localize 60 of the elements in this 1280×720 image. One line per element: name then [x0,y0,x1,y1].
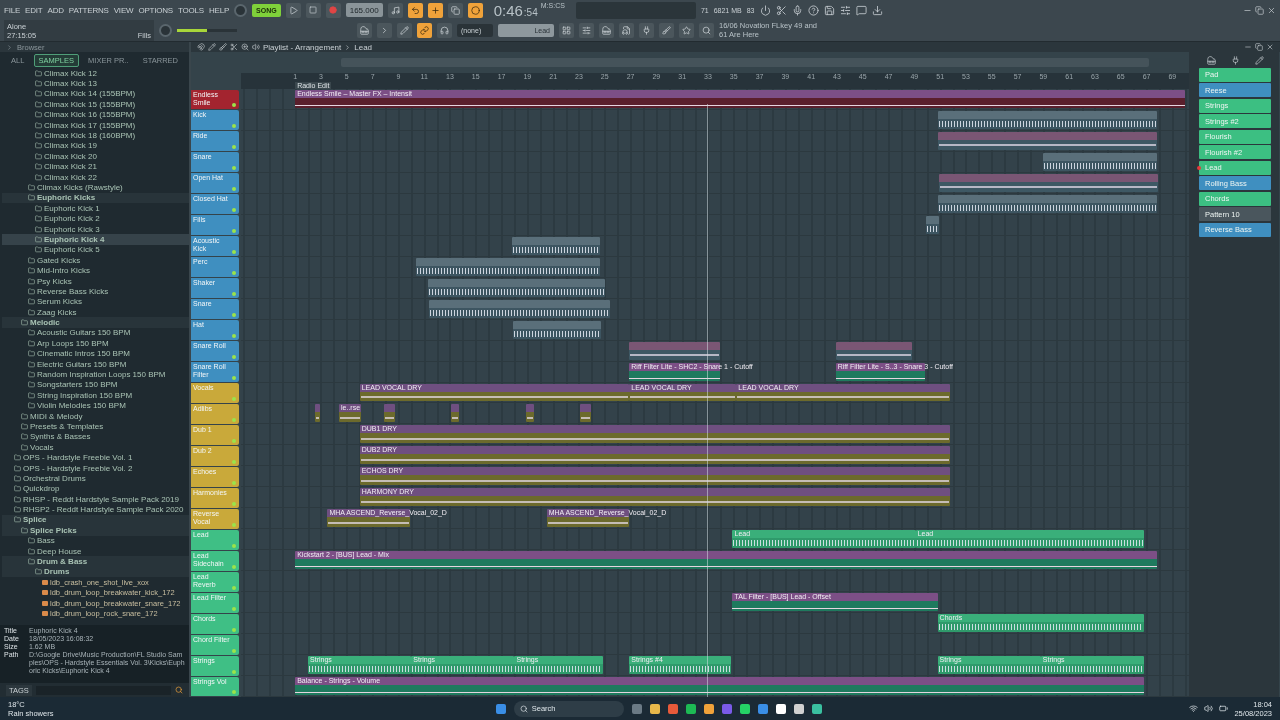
browser-item[interactable]: Climax Kick 12 [2,68,189,79]
menu-item[interactable]: ADD [47,5,64,15]
menu-item[interactable]: HELP [209,5,230,15]
menu-item[interactable]: OPTIONS [138,5,173,15]
browser-item[interactable]: Euphoric Kick 4 [2,234,189,245]
browser-item[interactable]: Euphoric Kick 2 [2,213,189,224]
browser-item[interactable]: Drum & Bass [2,556,189,567]
browser-item[interactable]: Climax Kick 20 [2,151,189,162]
menu-item[interactable]: PATTERNS [68,5,109,15]
browser-item[interactable]: Euphoric Kicks [2,192,189,204]
browser-item[interactable]: Euphoric Kick 5 [2,244,189,256]
browser-item[interactable]: Acoustic Guitars 150 BPM [2,327,189,339]
browser-item[interactable]: Deep House [2,545,189,557]
browser-item[interactable]: Psy Kicks [2,275,189,287]
browser-item[interactable]: Climax Kicks (Rawstyle) [2,182,189,193]
browser-item[interactable]: Quickdrop [2,483,189,494]
browser-item[interactable]: Climax Kick 22 [2,171,189,183]
browser-item[interactable]: Splice Picks [2,525,189,536]
browser-item[interactable]: RHSP - Reddt Hardstyle Sample Pack 2019 [2,494,189,505]
browser-item[interactable]: RHSP2 - Reddt Hardstyle Sample Pack 2020 [2,504,189,515]
browser-item[interactable]: Orchestral Drums [2,473,189,484]
browser-item[interactable]: Splice [2,514,189,526]
tempo-field[interactable]: 165.000 [345,3,383,17]
browser-item[interactable]: Climax Kick 16 (155BPM) [2,109,189,120]
browser-item[interactable]: Mid-Intro Kicks [2,265,189,276]
playlist-pattern: Lead [354,42,373,52]
browser-item[interactable]: Gated Kicks [2,255,189,266]
browser-item[interactable]: Arp Loops 150 BPM [2,338,189,349]
browser-item[interactable]: Climax Kick 15 (155BPM) [2,99,189,110]
browser-item[interactable]: Climax Kick 17 (155BPM) [2,119,189,131]
menu-item[interactable]: EDIT [25,5,43,15]
browser-item[interactable]: Songstarters 150 BPM [2,379,189,391]
browser-item[interactable]: MIDI & Melody [2,410,189,422]
browser-item[interactable]: OPS - Hardstyle Freebie Vol. 2 [2,462,189,474]
browser-item[interactable]: Presets & Templates [2,421,189,432]
browser-item[interactable]: Cinematic Intros 150 BPM [2,348,189,359]
browser-item[interactable]: Zaag Kicks [2,307,189,318]
browser-item[interactable]: Climax Kick 21 [2,161,189,172]
browser-item[interactable]: Serum Kicks [2,296,189,307]
browser-item[interactable]: Random Inspiration Loops 150 BPM [2,369,189,380]
browser-item[interactable]: Euphoric Kick 1 [2,203,189,214]
browser-item[interactable]: String Inspiration 150 BPM [2,390,189,401]
playlist-title: Playlist - Arrangement [263,42,342,52]
menu-item[interactable]: TOOLS [178,5,204,15]
menu-item[interactable]: FILE [4,5,21,15]
browser-item[interactable]: Synths & Basses [2,431,189,443]
browser-item[interactable]: Vocals [2,442,189,453]
menu-item[interactable]: VIEW [113,5,134,15]
browser-item[interactable]: Electric Guitars 150 BPM [2,358,189,370]
browser-item[interactable]: Climax Kick 13 [2,78,189,89]
browser-item[interactable]: Bass [2,535,189,546]
browser-item[interactable]: Reverse Bass Kicks [2,286,189,297]
browser-item[interactable]: OPS - Hardstyle Freebie Vol. 1 [2,452,189,463]
browser-item[interactable]: Climax Kick 14 (155BPM) [2,88,189,100]
browser-item[interactable]: Melodic [2,317,189,328]
browser-item[interactable]: Climax Kick 18 (160BPM) [2,130,189,141]
browser-item[interactable]: Climax Kick 19 [2,140,189,152]
browser-item[interactable]: Drums [2,566,189,578]
browser-item[interactable]: Violin Melodies 150 BPM [2,400,189,411]
browser-item[interactable]: Euphoric Kick 3 [2,223,189,235]
